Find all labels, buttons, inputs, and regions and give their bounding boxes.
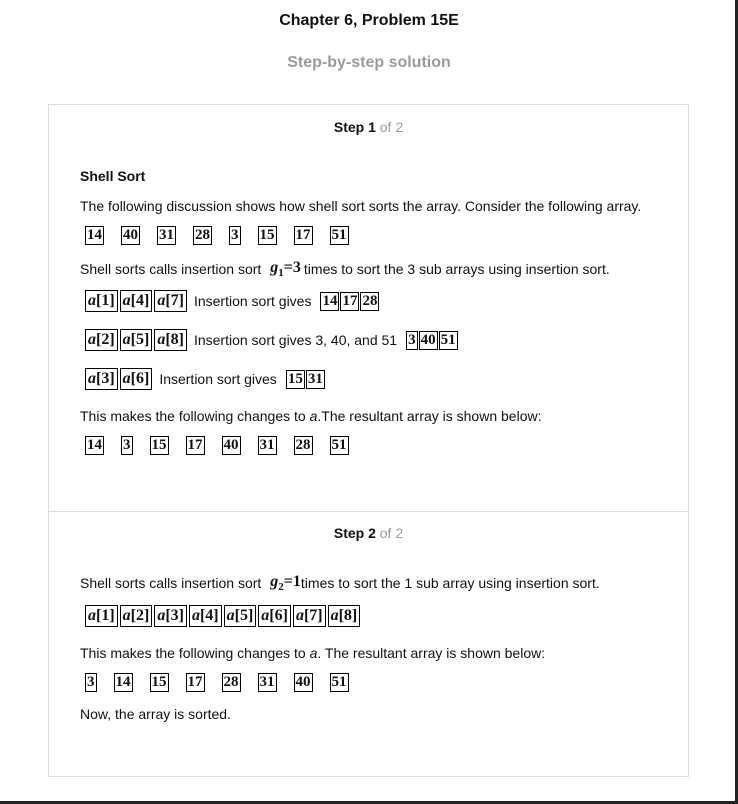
step1-intro: The following discussion shows how shell… <box>80 198 642 214</box>
step1-of: of 2 <box>379 119 404 135</box>
array-cell: 51 <box>329 673 349 692</box>
element-ref: a [1] <box>85 290 118 312</box>
subarray-row-3: a [3] a [6] Insertion sort gives 15 31 <box>85 368 326 390</box>
array-cell: 40 <box>121 226 140 245</box>
array-cell: 31 <box>257 673 277 692</box>
section-title: Shell Sort <box>80 168 146 184</box>
array-cell: 31 <box>157 226 176 245</box>
sorted-cell: 14 <box>320 291 340 311</box>
array-cell: 15 <box>149 436 169 455</box>
subarray-text: Insertion sort gives 3, 40, and 51 <box>193 332 398 348</box>
array-cell: 40 <box>221 436 241 455</box>
sorted-cell: 28 <box>360 291 380 311</box>
step2-gap-line: Shell sorts calls insertion sort g2=1 ti… <box>80 573 600 593</box>
array-cell: 17 <box>293 226 313 245</box>
element-ref: a [2] <box>119 605 153 627</box>
sorted-cell: 40 <box>418 330 438 350</box>
solution-card: Step 1 of 2 Shell Sort The following dis… <box>48 104 689 777</box>
step2-elements: a [1] a [2] a [3] a [4] a [5] a [6] a [7] a [8] <box>85 605 362 627</box>
element-ref: a [5] <box>223 605 257 627</box>
step1-header: Step 1 of 2 <box>49 119 688 135</box>
array-cell: 3 <box>85 673 97 692</box>
element-ref: a [3] <box>154 605 187 627</box>
solution-subtitle: Step-by-step solution <box>287 54 451 71</box>
gap-formula: g1=3 <box>270 259 301 280</box>
element-ref: a [8] <box>327 605 361 627</box>
element-ref: a [6] <box>258 605 291 627</box>
sorted-cell: 15 <box>285 369 305 389</box>
array-cell: 40 <box>293 673 313 692</box>
step2-of: of 2 <box>379 525 404 541</box>
array-cell: 28 <box>293 436 313 455</box>
step2-changes: This makes the following changes to a. T… <box>80 645 546 661</box>
chapter-title: Chapter 6, Problem 15E <box>279 12 459 29</box>
step1-gap-line: Shell sorts calls insertion sort g1=3 ti… <box>80 259 610 279</box>
element-ref: a [4] <box>119 290 153 312</box>
element-ref: a [7] <box>154 290 187 312</box>
step2-conclusion: Now, the array is sorted. <box>80 706 231 722</box>
array-cell: 51 <box>329 226 349 245</box>
array-cell: 28 <box>221 673 241 692</box>
step2-label: Step 2 <box>333 525 376 541</box>
element-ref: a [7] <box>292 605 326 627</box>
array-cell: 3 <box>121 436 133 455</box>
array-cell: 17 <box>185 436 205 455</box>
array-cell: 17 <box>185 673 205 692</box>
array-cell: 31 <box>257 436 277 455</box>
array-cell: 14 <box>85 436 104 455</box>
subarray-row-1: a [1] a [4] a [7] Insertion sort gives 14 17 28 <box>85 290 380 312</box>
array-cell: 14 <box>113 673 133 692</box>
array-cell: 14 <box>85 226 104 245</box>
gap-text-after: times to sort the 1 sub array using inse… <box>300 575 600 592</box>
element-ref: a [6] <box>119 368 153 390</box>
array-cell: 15 <box>149 673 169 692</box>
gap-text-before: Shell sorts calls insertion sort <box>80 575 262 592</box>
element-ref: a [4] <box>188 605 222 627</box>
step1-label: Step 1 <box>333 119 376 135</box>
step1-result-array: 14 3 15 17 40 31 28 51 <box>85 436 366 455</box>
subarray-row-2: a [2] a [5] a [8] Insertion sort gives 3, 40, … <box>85 329 459 351</box>
sorted-cell: 51 <box>438 330 458 350</box>
sorted-cell: 17 <box>340 291 360 311</box>
array-cell: 3 <box>229 226 241 245</box>
step2-header: Step 2 of 2 <box>49 525 688 541</box>
step1-changes: This makes the following changes to a.Th… <box>80 408 542 424</box>
step2-result-array: 3 14 15 17 28 31 40 51 <box>85 673 366 692</box>
gap-text-before: Shell sorts calls insertion sort <box>80 261 262 278</box>
gap-formula: g2=1 <box>270 573 301 594</box>
array-cell: 28 <box>193 226 212 245</box>
subarray-text: Insertion sort gives <box>159 371 277 387</box>
subarray-text: Insertion sort gives <box>193 293 312 309</box>
gap-text-after: times to sort the 3 sub arrays using ins… <box>303 261 610 278</box>
element-ref: a [3] <box>85 368 118 390</box>
element-ref: a [1] <box>85 605 118 627</box>
sorted-cell: 3 <box>406 330 418 350</box>
array-cell: 51 <box>329 436 349 455</box>
element-ref: a [8] <box>154 329 187 351</box>
step-divider <box>49 511 688 512</box>
array-cell: 15 <box>257 226 277 245</box>
element-ref: a [5] <box>119 329 153 351</box>
initial-array: 14 40 31 28 3 15 17 51 <box>85 226 366 245</box>
element-ref: a [2] <box>85 329 118 351</box>
sorted-cell: 31 <box>305 369 325 389</box>
